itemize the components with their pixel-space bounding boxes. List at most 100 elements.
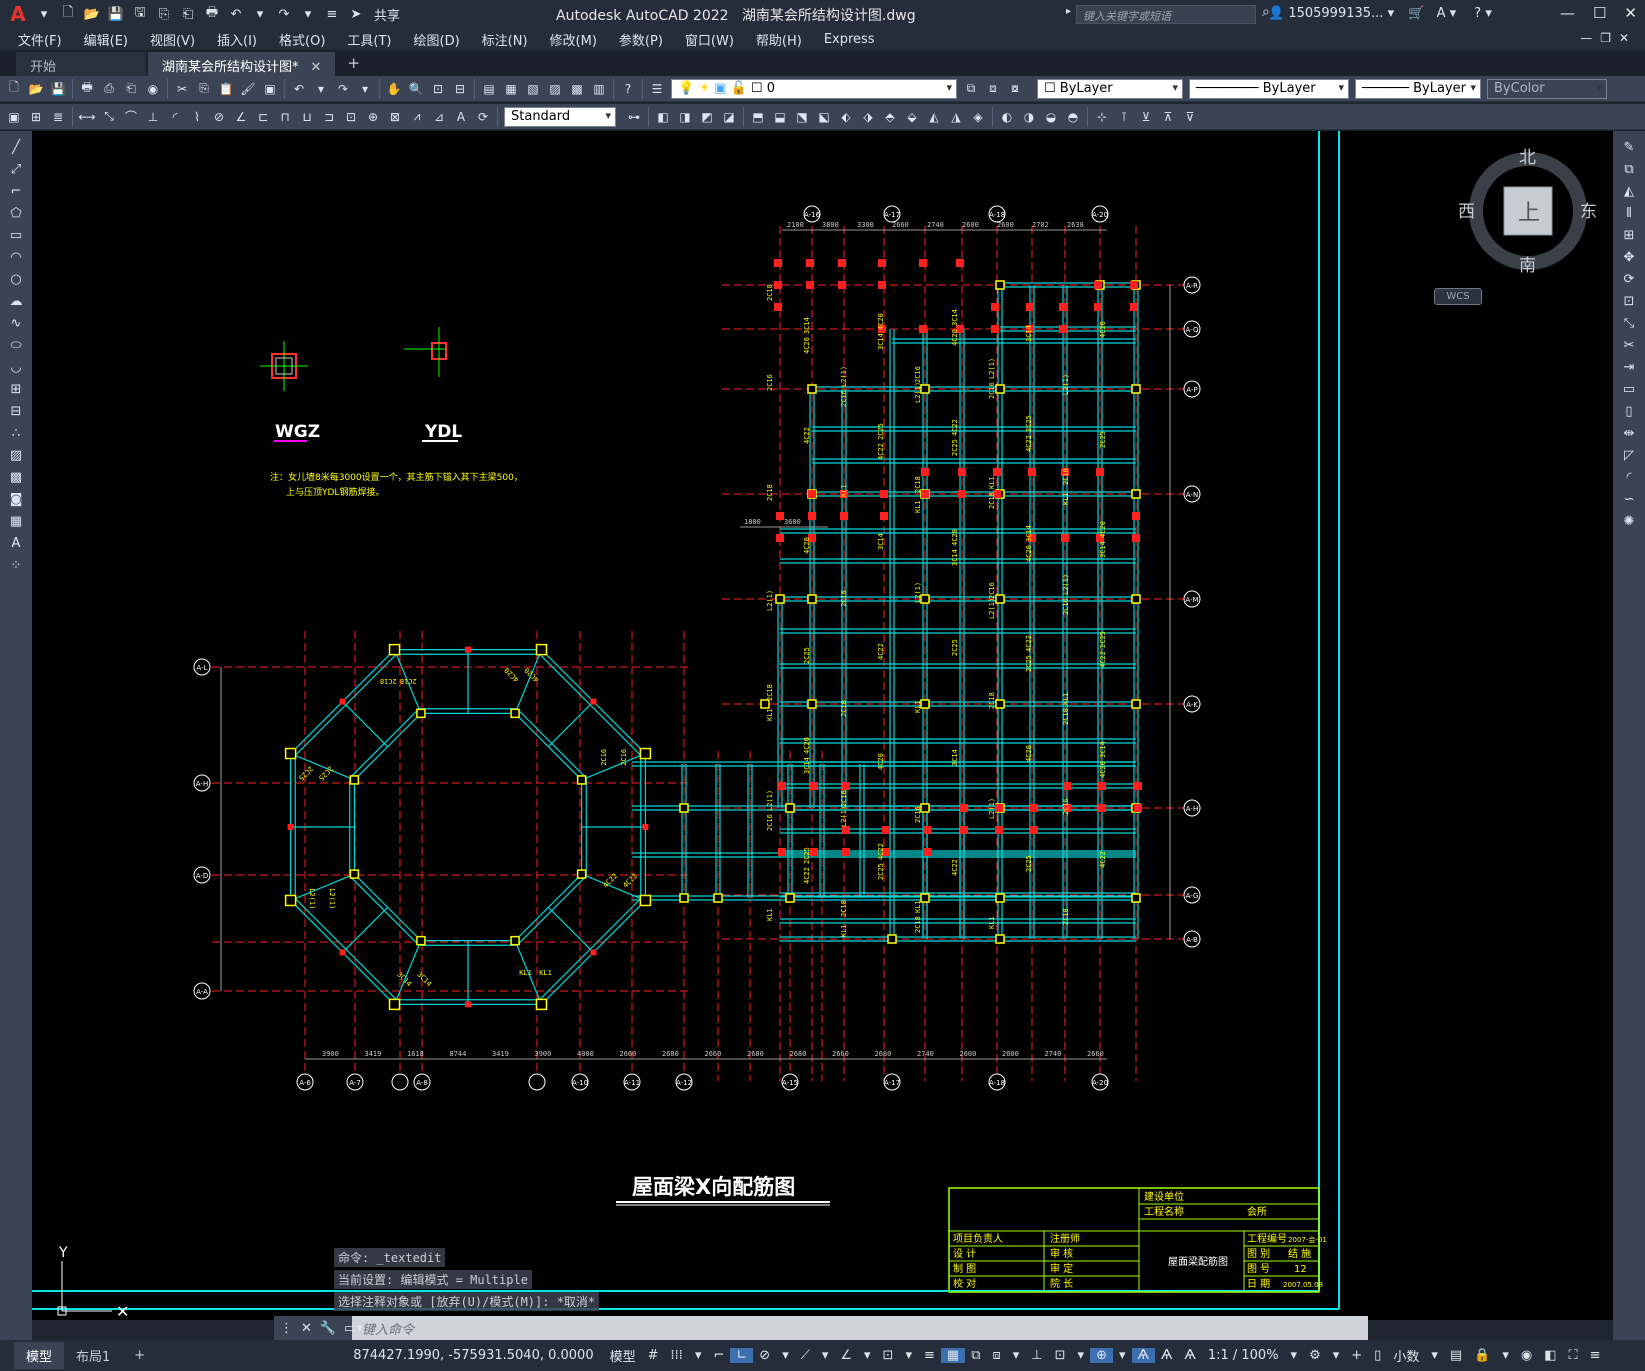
menu-format[interactable]: 格式(O): [268, 30, 336, 49]
menu-tools[interactable]: 工具(T): [336, 30, 402, 49]
lineweight-icon[interactable]: ≡: [918, 1348, 941, 1363]
ucs-origin-icon[interactable]: ⊻: [1136, 107, 1156, 127]
selection-cycling-icon[interactable]: ⧉: [965, 1348, 986, 1363]
properties-icon[interactable]: ▤: [479, 79, 499, 99]
publish-icon[interactable]: ⎗: [121, 79, 141, 99]
viewcube[interactable]: 北 南 东 西 上: [1458, 148, 1597, 276]
chevron-down-icon[interactable]: ▾: [858, 1348, 877, 1363]
spline-icon[interactable]: ∿: [5, 313, 27, 333]
save-web-icon[interactable]: ⎗: [178, 5, 198, 23]
blend-icon[interactable]: ∽: [1618, 489, 1640, 509]
new-file-icon[interactable]: 🗋: [4, 79, 24, 99]
minimize-icon[interactable]: —: [1560, 4, 1575, 22]
chevron-down-icon[interactable]: ▾: [1285, 1348, 1304, 1363]
thicken-icon[interactable]: ◮: [946, 107, 966, 127]
block-icon[interactable]: ▣: [4, 107, 24, 127]
new-tab-icon[interactable]: +: [335, 50, 372, 76]
color-dropdown[interactable]: ☐ ByLayer: [1037, 78, 1183, 99]
autocad-logo-icon[interactable]: A: [6, 2, 30, 26]
calculator-icon[interactable]: ▥: [589, 79, 609, 99]
share-button[interactable]: 共享: [374, 5, 400, 24]
tab-drawing[interactable]: 湖南某会所结构设计图* ✕: [148, 52, 336, 76]
viewcube-east[interactable]: 东: [1580, 197, 1597, 222]
menu-view[interactable]: 视图(V): [139, 30, 206, 49]
jogged-dimension-icon[interactable]: ⌇: [187, 107, 207, 127]
dim-style-icon[interactable]: ⊶: [624, 107, 644, 127]
menu-dimension[interactable]: 标注(N): [471, 30, 539, 49]
circle-icon[interactable]: ○: [5, 269, 27, 289]
save-icon[interactable]: 💾: [48, 79, 68, 99]
lights-icon[interactable]: ◓: [1063, 107, 1083, 127]
make-block-icon[interactable]: ⊟: [5, 401, 27, 421]
annotation-scale-value[interactable]: 1:1 / 100%: [1202, 1348, 1285, 1363]
open-web-icon[interactable]: ⎘: [154, 5, 174, 23]
auto-scale-icon[interactable]: Ѧ: [1155, 1348, 1178, 1363]
construction-line-icon[interactable]: ⤢: [5, 159, 27, 179]
drag-handle-icon[interactable]: ⋮: [280, 1321, 293, 1336]
make-current-layer-icon[interactable]: ⧉: [961, 79, 981, 99]
continue-dimension-icon[interactable]: ⊔: [297, 107, 317, 127]
sweep-icon[interactable]: ⬔: [792, 107, 812, 127]
design-center-icon[interactable]: ▦: [501, 79, 521, 99]
multiline-text-icon[interactable]: A: [5, 533, 27, 553]
aligned-dimension-icon[interactable]: ⤡: [99, 107, 119, 127]
maximize-icon[interactable]: ☐: [1593, 4, 1606, 22]
search-input[interactable]: 键入关键字或短语: [1076, 5, 1256, 24]
menu-file[interactable]: 文件(F): [0, 30, 73, 49]
chevron-down-icon[interactable]: ▾: [1496, 1348, 1515, 1363]
lineweight-dropdown[interactable]: ────── ByLayer: [1355, 78, 1481, 99]
solid-box-icon[interactable]: ◧: [653, 107, 673, 127]
help-icon[interactable]: ?: [1474, 6, 1481, 21]
slice-icon[interactable]: ◭: [924, 107, 944, 127]
close-icon[interactable]: ✕: [301, 1321, 312, 1336]
snap-icon[interactable]: ⁞⁞⁞: [665, 1348, 689, 1363]
workspace-gear-icon[interactable]: ⚙: [1303, 1348, 1327, 1363]
mirror-icon[interactable]: ◭: [1618, 181, 1640, 201]
quick-dimension-icon[interactable]: ⊏: [253, 107, 273, 127]
inspection-icon[interactable]: ⊠: [385, 107, 405, 127]
command-input[interactable]: 键入命令: [352, 1319, 414, 1338]
isodraft-icon[interactable]: ⟋: [795, 1348, 816, 1363]
loft-icon[interactable]: ⬕: [814, 107, 834, 127]
ortho-icon[interactable]: ∟: [730, 1348, 754, 1363]
break-point-icon[interactable]: ▭: [1618, 379, 1640, 399]
viewcube-north[interactable]: 北: [1519, 143, 1536, 168]
interfere-icon[interactable]: ◈: [968, 107, 988, 127]
materials-icon[interactable]: ◒: [1041, 107, 1061, 127]
viewcube-south[interactable]: 南: [1519, 251, 1536, 276]
revision-cloud-icon[interactable]: ☁: [5, 291, 27, 311]
close-icon[interactable]: ✕: [1624, 4, 1637, 22]
break-icon[interactable]: ▯: [1618, 401, 1640, 421]
line-icon[interactable]: ╱: [5, 137, 27, 157]
fillet-icon[interactable]: ◜: [1618, 467, 1640, 487]
3d-osnap-icon[interactable]: ⧈: [986, 1348, 1006, 1363]
quick-properties-icon[interactable]: ▤: [1444, 1348, 1468, 1363]
tab-model[interactable]: 模型: [14, 1342, 65, 1369]
center-mark-icon[interactable]: ⊕: [363, 107, 383, 127]
undo-icon[interactable]: ↶: [289, 79, 309, 99]
linetype-dropdown[interactable]: ──────── ByLayer: [1189, 78, 1349, 99]
ellipse-arc-icon[interactable]: ◡: [5, 357, 27, 377]
new-file-icon[interactable]: 🗋: [58, 5, 78, 23]
close-icon[interactable]: ✕: [311, 60, 322, 75]
presspull-icon[interactable]: ⬖: [836, 107, 856, 127]
model-space-toggle[interactable]: 模型: [604, 1346, 642, 1365]
chevron-down-icon[interactable]: ▾: [250, 5, 270, 23]
cart-icon[interactable]: 🛒: [1408, 6, 1424, 21]
ordinate-dimension-icon[interactable]: ⊥: [143, 107, 163, 127]
chevron-down-icon[interactable]: ▾: [1327, 1348, 1346, 1363]
coordinates-readout[interactable]: 874427.1990, -575931.5040, 0.0000: [343, 1348, 603, 1363]
doc-window-controls[interactable]: —❐✕: [1580, 31, 1637, 45]
copy-object-icon[interactable]: ⧉: [1618, 159, 1640, 179]
menu-insert[interactable]: 插入(I): [206, 30, 268, 49]
trim-icon[interactable]: ✂: [1618, 335, 1640, 355]
point-icon[interactable]: ∴: [5, 423, 27, 443]
transparency-icon[interactable]: ▦: [940, 1348, 966, 1363]
radius-dimension-icon[interactable]: ◜: [165, 107, 185, 127]
open-folder-icon[interactable]: 📂: [26, 79, 46, 99]
dynamic-ucs-icon[interactable]: ⊥: [1025, 1348, 1048, 1363]
layer-state-icon[interactable]: ⧇: [1005, 79, 1025, 99]
osnap-icon[interactable]: ⊡: [877, 1348, 900, 1363]
redo-icon[interactable]: ↷: [274, 5, 294, 23]
arc-length-icon[interactable]: ⌒: [121, 107, 141, 127]
